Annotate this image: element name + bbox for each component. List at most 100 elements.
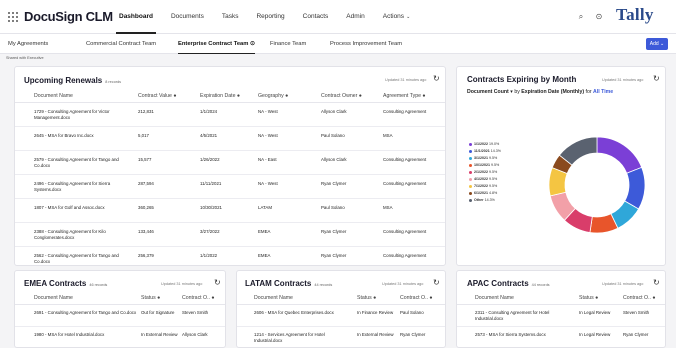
tab-finance-team[interactable]: Finance Team <box>270 34 306 54</box>
refresh-icon[interactable]: ↻ <box>653 279 660 287</box>
range-select[interactable]: All Time <box>593 89 613 95</box>
table-cell[interactable]: 2645 - MSA for Bravo Inc.docx <box>34 133 132 139</box>
column-header[interactable]: Contract O.. ● <box>400 295 433 301</box>
tab-enterprise-contract-team[interactable]: Enterprise Contract Team ⊙ <box>178 34 255 54</box>
caret-down-icon[interactable]: ▾ <box>510 89 513 95</box>
table-row[interactable]: 1980 - MSA for Hotel Industrial.docx In E… <box>15 327 225 347</box>
nav-reporting[interactable]: Reporting <box>247 0 293 34</box>
column-header[interactable]: Status ● <box>141 295 160 301</box>
chevron-down-icon: ⌄ <box>406 14 411 20</box>
column-header[interactable]: Document Name <box>475 295 514 301</box>
table-cell: NA - West <box>258 133 278 138</box>
dimension-select[interactable]: Expiration Date (Monthly) <box>521 89 584 95</box>
table-cell[interactable]: 2691 - Consulting Agreement for Tango an… <box>34 310 138 316</box>
column-header[interactable]: Status ● <box>579 295 598 301</box>
column-header[interactable]: Expiration Date ● <box>200 93 240 99</box>
legend-swatch <box>469 170 472 174</box>
column-header[interactable]: Document Name <box>254 295 293 301</box>
table-cell: MSA <box>383 205 393 210</box>
table-cell: Consulting Agreement <box>383 109 427 114</box>
table-cell[interactable]: 2579 - Consulting Agreement for Tango an… <box>34 157 132 169</box>
legend-item[interactable]: 11/1/2021 14.3% <box>469 149 501 153</box>
nav-dashboard[interactable]: Dashboard <box>110 0 162 34</box>
tab-commercial-contract-team[interactable]: Commercial Contract Team <box>86 34 156 54</box>
refresh-icon[interactable]: ↻ <box>433 279 440 287</box>
docusign-logo[interactable]: DocuSign CLM <box>24 9 113 24</box>
column-header[interactable]: Contract O.. ● <box>623 295 656 301</box>
donut-slice-1-1-2022[interactable] <box>596 136 643 174</box>
table-row[interactable]: 1729 - Consulting Agreement for Victor M… <box>15 103 445 127</box>
updated-label: Updated 31 minutes ago <box>385 78 427 82</box>
legend-item[interactable]: Other 14.3% <box>469 198 495 202</box>
tab-my-agreements[interactable]: My Agreements <box>8 34 48 54</box>
legend-item[interactable]: 3/1/2021 9.5% <box>469 156 497 160</box>
column-header[interactable]: Geography ● <box>258 93 288 99</box>
legend-label: 7/1/2022 <box>474 184 488 188</box>
table-cell[interactable]: 2573 - MSA for Sierra Systems.docx <box>475 332 575 338</box>
measure-select[interactable]: Document Count <box>467 89 509 95</box>
table-cell[interactable]: 2562 - Consulting Agreement for Tango an… <box>34 253 132 265</box>
tab-process-improvement-team[interactable]: Process Improvement Team <box>330 34 402 54</box>
legend-value: 9.5% <box>491 163 500 167</box>
table-cell: 10/30/2021 <box>200 205 222 210</box>
table-cell[interactable]: 2388 - Consulting Agreement for Kilo Con… <box>34 229 132 241</box>
donut-chart <box>548 136 646 234</box>
table-cell[interactable]: 2606 - MSA for Quebec Enterprises.docx <box>254 310 354 316</box>
table-row[interactable]: 2562 - Consulting Agreement for Tango an… <box>15 247 445 265</box>
table-cell[interactable]: 2496 - Consulting Agreement for Sierra S… <box>34 181 132 193</box>
column-header[interactable]: Contract Owner ● <box>321 93 362 99</box>
column-header[interactable]: Status ● <box>357 295 376 301</box>
column-header[interactable]: Agreement Type ● <box>383 93 426 99</box>
column-header[interactable]: Contract O.. ● <box>182 295 215 301</box>
table-row[interactable]: 2573 - MSA for Sierra Systems.docx In Leg… <box>457 327 665 347</box>
legend-item[interactable]: 10/1/2021 9.5% <box>469 163 499 167</box>
table-row[interactable]: 1214 - Services Agreement for Hotel Indu… <box>237 327 445 347</box>
table-row[interactable]: 2645 - MSA for Bravo Inc.docx 5,017 4/5/20… <box>15 127 445 151</box>
table-cell: 4/5/2021 <box>200 133 218 138</box>
add-button[interactable]: Add ⌄ <box>646 38 668 50</box>
table-cell[interactable]: 1980 - MSA for Hotel Industrial.docx <box>34 332 138 338</box>
help-icon[interactable]: ⊙ <box>594 12 604 22</box>
nav-tasks[interactable]: Tasks <box>213 0 248 34</box>
table-cell: Paul Solano <box>400 310 424 315</box>
legend-value: 14.3% <box>490 149 501 153</box>
table-row[interactable]: 2606 - MSA for Quebec Enterprises.docx In… <box>237 305 445 327</box>
table-cell: Allyson Clark <box>182 332 208 337</box>
refresh-icon[interactable]: ↻ <box>433 75 440 83</box>
legend-item[interactable]: 7/1/2022 9.5% <box>469 184 497 188</box>
table-cell[interactable]: 1214 - Services Agreement for Hotel Indu… <box>254 332 354 344</box>
table-row[interactable]: 2496 - Consulting Agreement for Sierra S… <box>15 175 445 199</box>
table-cell: In Finance Review <box>357 310 394 315</box>
search-icon[interactable]: ⌕ <box>576 12 586 22</box>
nav-documents[interactable]: Documents <box>162 0 213 34</box>
column-header[interactable]: Contract Value ● <box>138 93 177 99</box>
table-cell: EMEA <box>258 229 271 234</box>
table-row[interactable]: 2579 - Consulting Agreement for Tango an… <box>15 151 445 175</box>
table-cell: Ryan Clymer <box>321 229 347 234</box>
table-row[interactable]: 2388 - Consulting Agreement for Kilo Con… <box>15 223 445 247</box>
contracts-expiring-panel: Contracts Expiring by Month Updated 31 m… <box>456 66 666 266</box>
legend-item[interactable]: 4/1/2022 9.5% <box>469 177 497 181</box>
nav-contacts[interactable]: Contacts <box>294 0 338 34</box>
legend-item[interactable]: 1/1/2022 19.0% <box>469 142 499 146</box>
nav-actions[interactable]: Actions ⌄ <box>374 0 420 34</box>
table-cell: 133,446 <box>138 229 154 234</box>
table-cell: Allyson Clark <box>321 109 347 114</box>
table-cell[interactable]: 1729 - Consulting Agreement for Victor M… <box>34 109 132 121</box>
nav-label: Tasks <box>221 13 239 20</box>
app-grid-icon[interactable] <box>8 12 18 22</box>
legend-item[interactable]: 6/1/2021 4.8% <box>469 191 497 195</box>
refresh-icon[interactable]: ↻ <box>214 279 221 287</box>
column-header[interactable]: Document Name <box>34 295 73 301</box>
table-row[interactable]: 2311 - Consulting Agreement for Hotel In… <box>457 305 665 327</box>
table-row[interactable]: 2691 - Consulting Agreement for Tango an… <box>15 305 225 327</box>
table-cell[interactable]: 2311 - Consulting Agreement for Hotel In… <box>475 310 575 322</box>
table-cell: 1/1/2022 <box>200 253 218 258</box>
table-cell[interactable]: 1807 - MSA for Golf and Assoc.docx <box>34 205 132 211</box>
legend-item[interactable]: 2/1/2022 9.5% <box>469 170 497 174</box>
refresh-icon[interactable]: ↻ <box>653 75 660 83</box>
table-cell: EMEA <box>258 253 271 258</box>
nav-admin[interactable]: Admin <box>337 0 373 34</box>
table-row[interactable]: 1807 - MSA for Golf and Assoc.docx 360,26… <box>15 199 445 223</box>
column-header[interactable]: Document Name <box>34 93 73 99</box>
